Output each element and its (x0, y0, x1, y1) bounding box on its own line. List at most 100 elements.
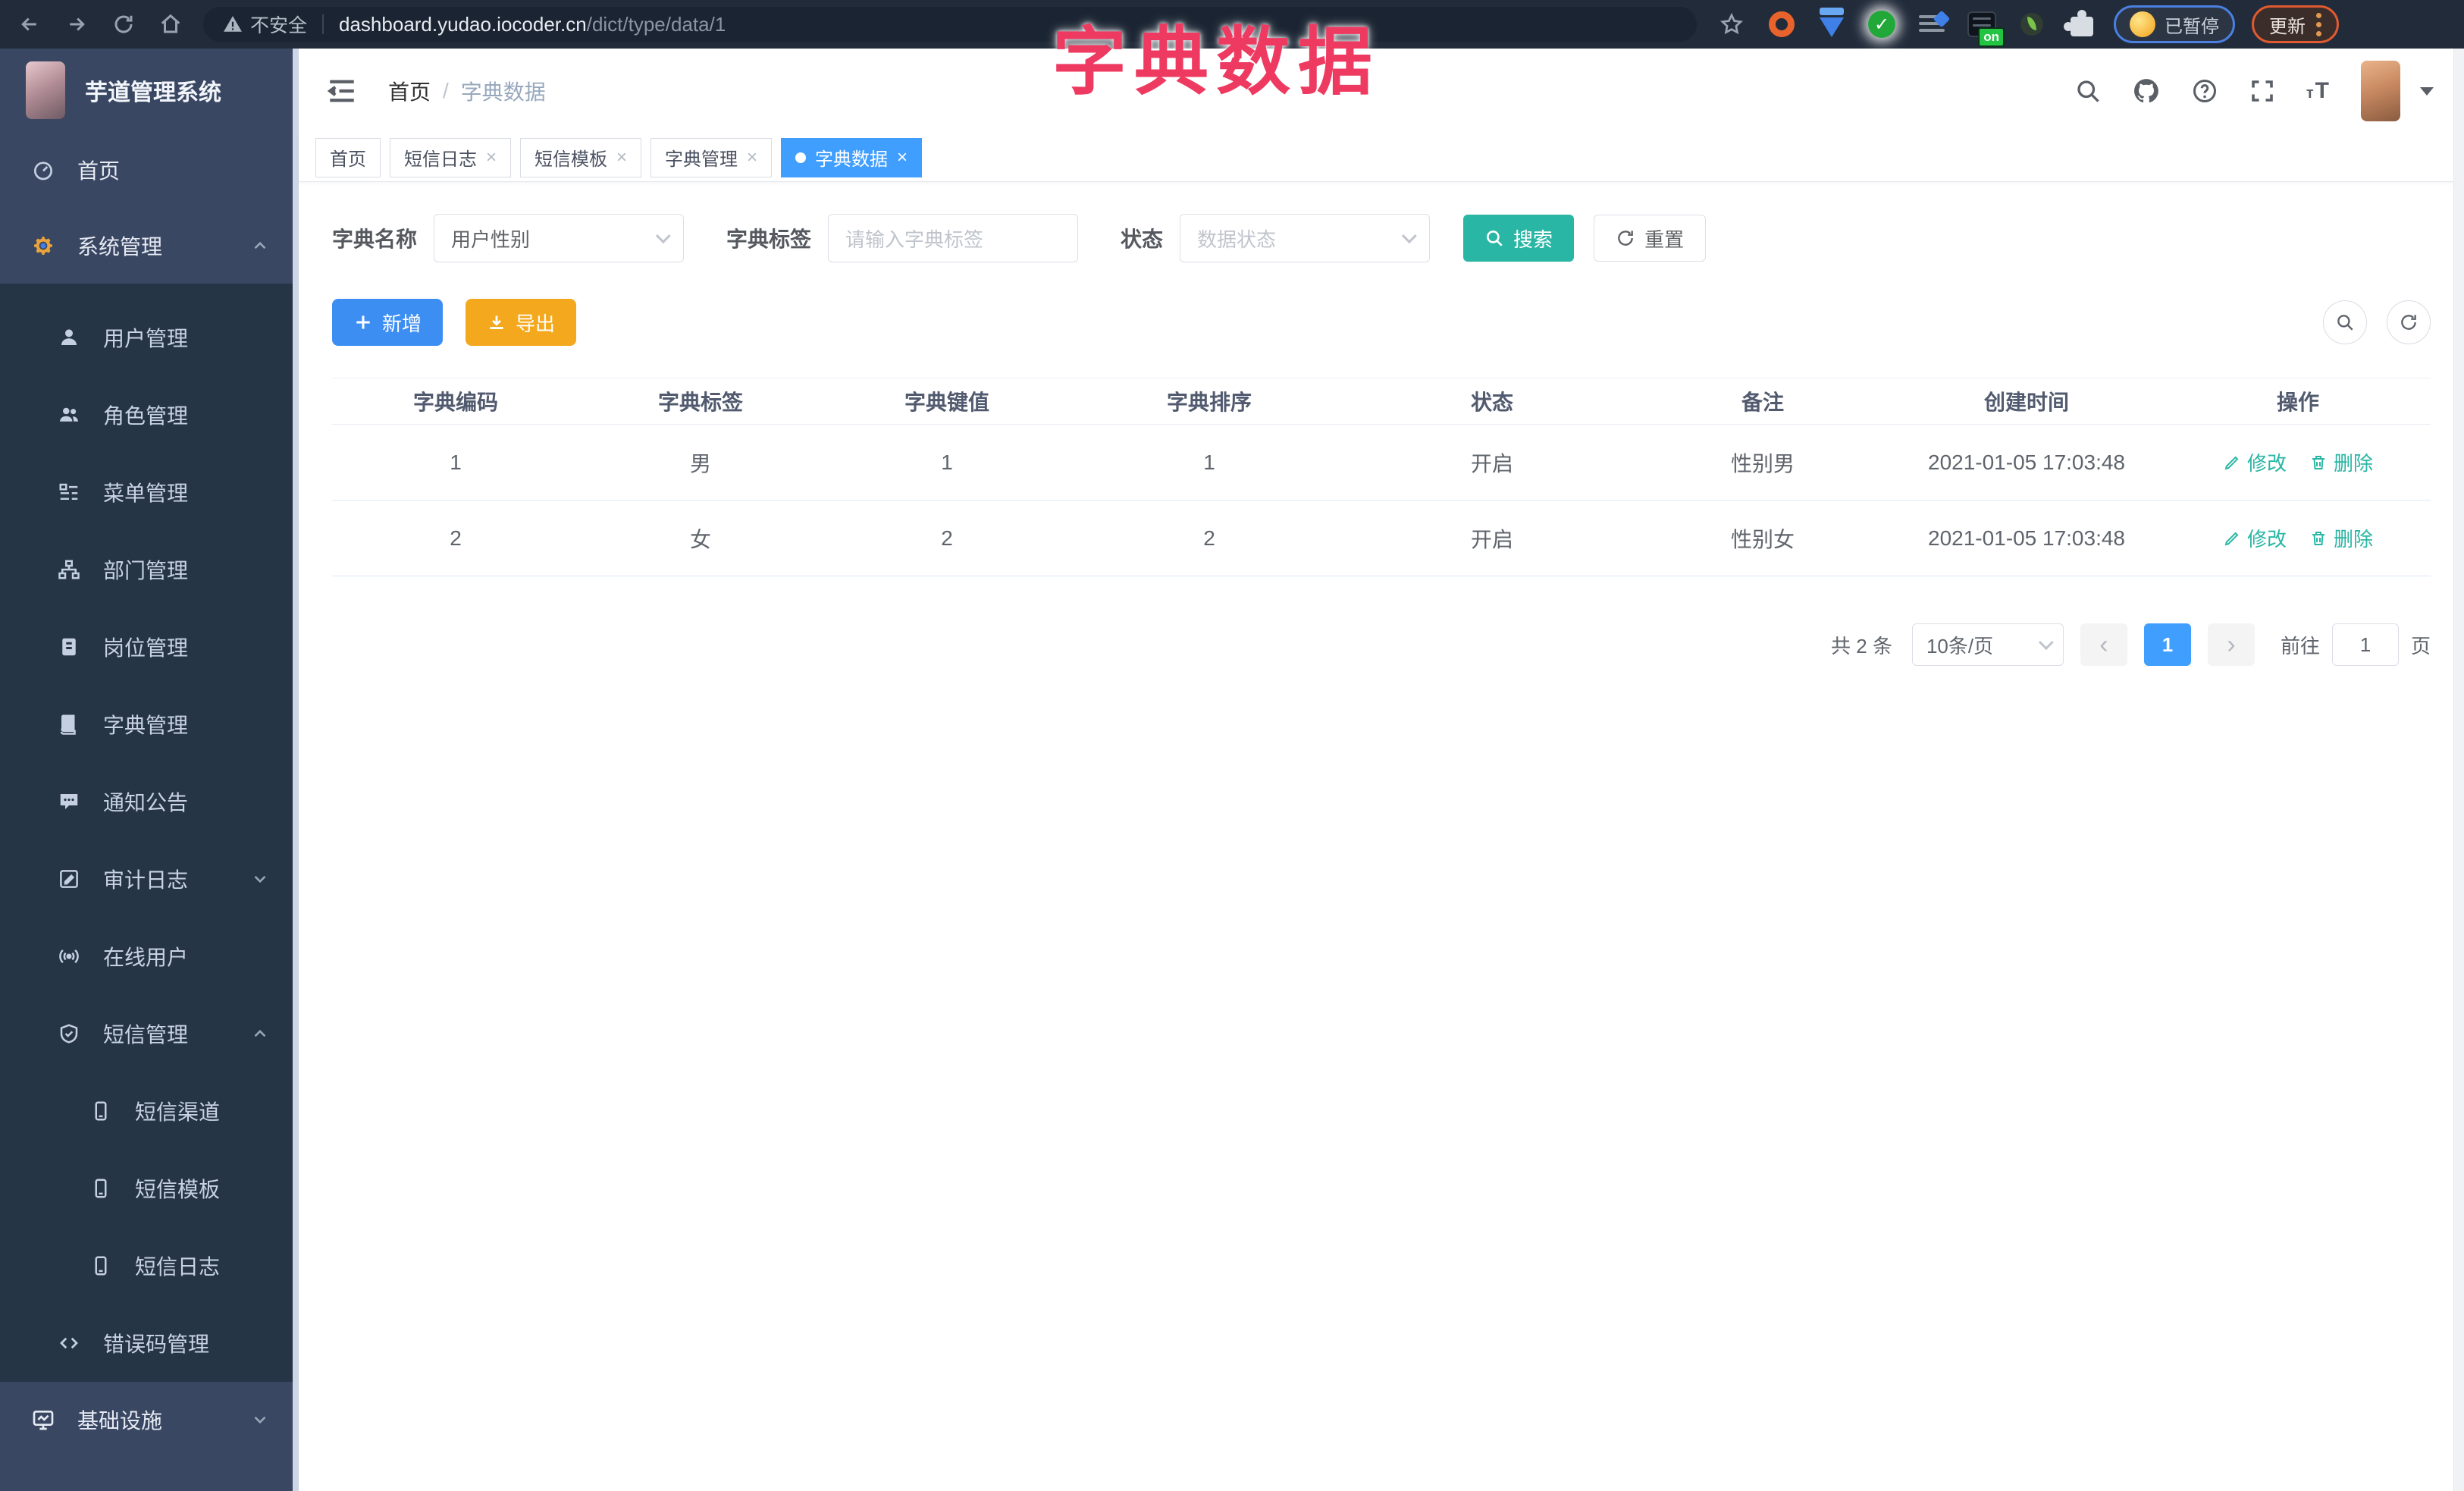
reload-icon[interactable] (106, 7, 141, 42)
help-icon[interactable] (2191, 77, 2218, 105)
tab-sms-template[interactable]: 短信模板 × (520, 137, 642, 177)
sidebar-item-sms[interactable]: 短信管理 (0, 995, 299, 1072)
tab-label: 首页 (330, 149, 366, 170)
sidebar-scrollbar[interactable] (293, 49, 299, 1491)
sidebar-item-audit-log[interactable]: 审计日志 (0, 840, 299, 918)
sidebar-item-sms-channel[interactable]: 短信渠道 (0, 1072, 299, 1150)
sidebar-item-posts[interactable]: 岗位管理 (0, 608, 299, 686)
reset-button[interactable]: 重置 (1594, 215, 1707, 262)
system-submenu: 用户管理 角色管理 菜单管理 部门管理 岗位管理 字典管理 通知公告 审计日志 … (0, 284, 299, 1382)
browser-menu-icon[interactable] (2316, 12, 2321, 36)
page-size-select[interactable]: 10条/页 (1911, 623, 2064, 666)
sidebar-item-online-users[interactable]: 在线用户 (0, 918, 299, 995)
sidebar-item-label: 通知公告 (103, 791, 189, 815)
avatar-caret-icon[interactable] (2420, 86, 2434, 96)
github-icon[interactable] (2132, 77, 2161, 105)
app-logo[interactable]: 芋道管理系统 (0, 49, 299, 132)
org-tree-icon (56, 558, 82, 581)
extension-orange-icon[interactable] (1766, 9, 1797, 39)
tab-dict-data-active[interactable]: 字典数据 × (781, 137, 923, 177)
url-path: /dict/type/data/1 (586, 12, 726, 36)
font-size-icon[interactable]: тT (2306, 78, 2331, 104)
cell-code: 1 (450, 450, 462, 474)
extensions-puzzle-icon[interactable] (2064, 9, 2097, 39)
sidebar-item-departments[interactable]: 部门管理 (0, 531, 299, 608)
sidebar-item-sms-template[interactable]: 短信模板 (0, 1150, 299, 1227)
bookmark-star-icon[interactable] (1716, 9, 1747, 39)
export-button[interactable]: 导出 (466, 299, 577, 346)
edit-link[interactable]: 修改 (2223, 448, 2287, 476)
column-header: 备注 (1741, 391, 1784, 414)
dict-name-select[interactable]: 用户性别 (434, 214, 685, 262)
goto-page-input[interactable] (2331, 623, 2399, 666)
sidebar-item-infra[interactable]: 基础设施 (0, 1382, 299, 1458)
sidebar-item-users[interactable]: 用户管理 (0, 299, 299, 376)
extension-check-icon[interactable]: ✓ (1867, 9, 1897, 39)
sidebar-item-label: 用户管理 (103, 327, 189, 350)
cell-label: 女 (689, 527, 711, 551)
sidebar-item-label: 字典管理 (103, 714, 189, 737)
header-search-icon[interactable] (2074, 77, 2102, 105)
dict-tag-input[interactable]: 请输入字典标签 (828, 214, 1079, 262)
current-page-button[interactable]: 1 (2143, 623, 2191, 666)
extension-list-icon[interactable] (1917, 9, 1947, 39)
tab-sms-log[interactable]: 短信日志 × (390, 137, 512, 177)
refresh-icon (2401, 315, 2416, 330)
back-icon[interactable] (12, 7, 47, 42)
logo-image (26, 61, 65, 119)
column-header: 字典编码 (412, 391, 498, 414)
delete-link[interactable]: 删除 (2309, 448, 2373, 476)
trash-icon (2312, 531, 2324, 545)
close-icon[interactable]: × (897, 147, 908, 168)
address-bar[interactable]: 不安全 dashboard.yudao.iocoder.cn /dict/typ… (203, 7, 1697, 42)
forward-icon[interactable] (59, 7, 94, 42)
extension-plant-icon[interactable] (2017, 9, 2047, 39)
sidebar-item-roles[interactable]: 角色管理 (0, 376, 299, 454)
extension-gem-icon[interactable] (1817, 9, 1847, 39)
security-warning[interactable]: 不安全 (223, 11, 307, 38)
close-icon[interactable]: × (747, 147, 757, 168)
sidebar-item-sms-log[interactable]: 短信日志 (0, 1227, 299, 1304)
column-header: 创建时间 (1983, 391, 2069, 414)
update-label: 更新 (2269, 16, 2306, 37)
close-icon[interactable]: × (486, 147, 497, 168)
sidebar-item-error-codes[interactable]: 错误码管理 (0, 1304, 299, 1382)
column-header: 字典标签 (657, 391, 743, 414)
sidebar-item-home[interactable]: 首页 (0, 132, 299, 208)
sidebar-item-dict[interactable]: 字典管理 (0, 686, 299, 763)
sidebar-item-system[interactable]: 系统管理 (0, 208, 299, 284)
search-button[interactable]: 搜索 (1463, 215, 1575, 262)
table-row: 2 女 2 2 开启 性别女 2021-01-05 17:03:48 修改 删除 (332, 501, 2431, 576)
fullscreen-icon[interactable] (2249, 77, 2276, 105)
refresh-table-button[interactable] (2387, 300, 2431, 344)
tab-dict-manage[interactable]: 字典管理 × (650, 137, 773, 177)
monitor-icon (30, 1408, 56, 1432)
page-scrollbar[interactable] (2453, 49, 2464, 1491)
sidebar-item-notice[interactable]: 通知公告 (0, 763, 299, 840)
profile-chip[interactable]: 已暂停 (2114, 5, 2235, 43)
tab-home[interactable]: 首页 (315, 137, 381, 177)
user-avatar[interactable] (2361, 61, 2400, 121)
table-tools (2323, 300, 2431, 344)
message-bubble-icon (56, 790, 82, 813)
close-icon[interactable]: × (616, 147, 627, 168)
divider (322, 14, 324, 34)
add-button[interactable]: 新增 (332, 299, 444, 346)
toggle-search-button[interactable] (2323, 300, 2367, 344)
update-chip[interactable]: 更新 (2252, 5, 2339, 43)
sidebar-item-label: 基础设施 (77, 1409, 163, 1433)
delete-link[interactable]: 删除 (2309, 524, 2373, 552)
sidebar-item-menus[interactable]: 菜单管理 (0, 454, 299, 531)
next-page-button[interactable]: › (2207, 623, 2255, 666)
home-icon[interactable] (153, 7, 188, 42)
edit-link[interactable]: 修改 (2223, 524, 2287, 552)
sidebar-item-label: 部门管理 (103, 559, 189, 582)
chevron-down-icon (1401, 228, 1417, 244)
breadcrumb-home[interactable]: 首页 (388, 76, 431, 106)
prev-page-button[interactable]: ‹ (2080, 623, 2127, 666)
extension-on-icon[interactable]: on (1967, 9, 2005, 47)
sidebar-toggle-icon[interactable] (326, 75, 358, 107)
status-select[interactable]: 数据状态 (1180, 214, 1431, 262)
sidebar-item-label: 短信日志 (135, 1255, 221, 1279)
navbar-actions: тT (2074, 61, 2464, 121)
